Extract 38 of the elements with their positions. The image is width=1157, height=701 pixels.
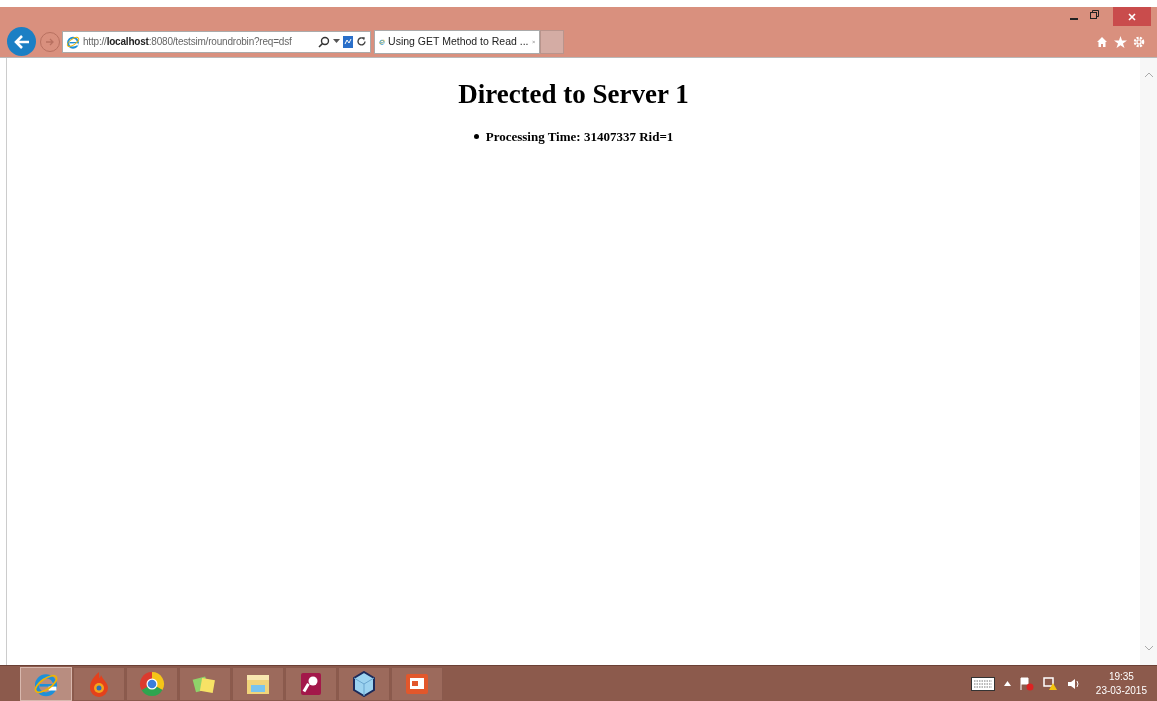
clock-time[interactable]: 19:35 (1108, 669, 1134, 684)
dropdown-caret-icon[interactable] (333, 39, 340, 44)
browser-logo-icon (66, 34, 80, 49)
url-text: http://localhost:8080/testsim/roundrobin?req=dsf (83, 35, 293, 49)
page-heading: Directed to Server 1 (458, 78, 689, 111)
home-icon[interactable] (1096, 35, 1108, 48)
taskbar-app-button[interactable] (179, 666, 231, 701)
taskbar-app-button[interactable] (126, 666, 178, 701)
chrome-icon (139, 670, 165, 697)
presentation-icon (404, 671, 430, 696)
back-button[interactable] (7, 27, 36, 56)
cube-icon (352, 670, 376, 697)
taskbar-app-button[interactable] (338, 666, 390, 701)
tab-title: Using GET Method to Read ... (388, 33, 529, 49)
show-hidden-icons-icon[interactable] (1003, 681, 1011, 686)
star-icon[interactable] (1114, 35, 1127, 48)
flag-icon[interactable] (1019, 676, 1034, 691)
keyboard-icon[interactable] (970, 676, 995, 691)
compatibility-icon[interactable] (343, 35, 353, 48)
flame-icon (87, 670, 111, 697)
taskbar-app-button[interactable] (285, 666, 337, 701)
restore-icon[interactable] (1090, 10, 1099, 19)
taskbar-app-button[interactable] (391, 666, 443, 701)
bullet-icon (473, 133, 479, 139)
close-window-button[interactable] (1113, 7, 1151, 26)
browser-tab[interactable]: Using GET Method to Read ... (374, 29, 540, 54)
speaker-icon[interactable] (1066, 677, 1081, 690)
clock-date[interactable]: 23-03-2015 (1095, 683, 1147, 698)
list-item-text: Processing Time: 31407337 Rid=1 (485, 127, 674, 146)
back-arrow-icon (13, 34, 30, 49)
taskbar-app-button[interactable] (232, 666, 284, 701)
refresh-icon[interactable] (356, 36, 367, 47)
network-icon[interactable] (1042, 676, 1058, 691)
forward-arrow-icon (45, 36, 55, 47)
close-icon (1128, 12, 1136, 21)
key-icon (299, 670, 323, 697)
address-bar[interactable]: http://localhost:8080/testsim/roundrobin?req=dsf (62, 30, 371, 53)
search-icon[interactable] (318, 35, 330, 48)
